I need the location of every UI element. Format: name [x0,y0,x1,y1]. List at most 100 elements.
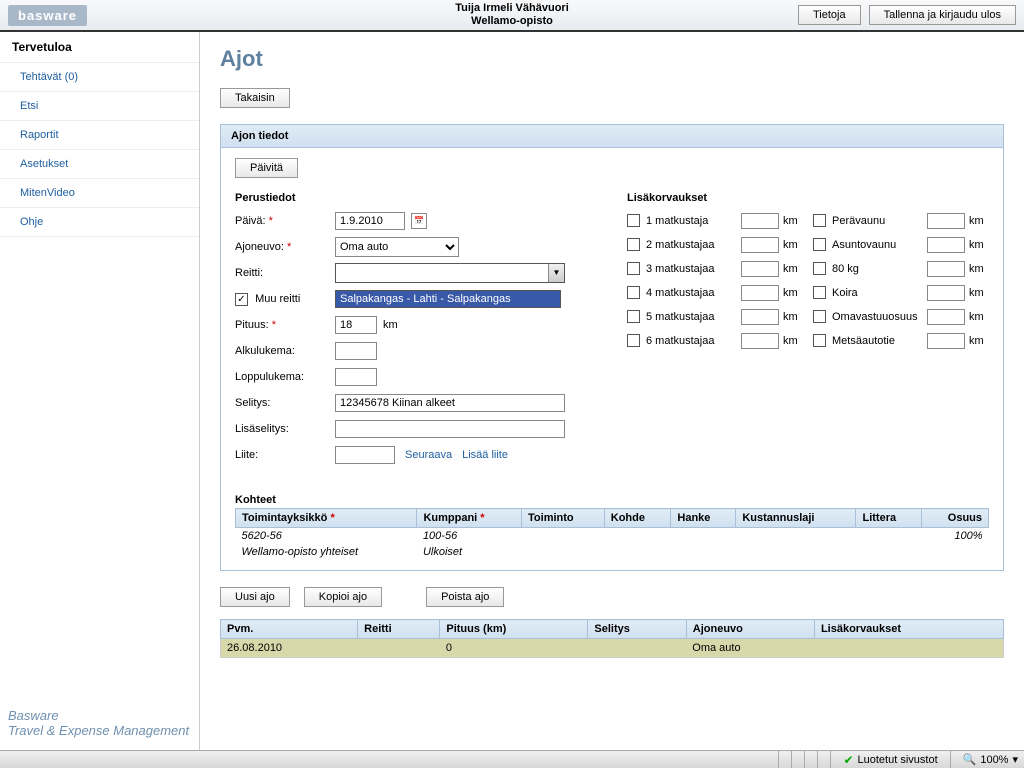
comp-km-input[interactable] [927,309,965,325]
comp-checkbox[interactable] [627,286,640,299]
comp-checkbox[interactable] [627,214,640,227]
label-lisaselitys: Lisäselitys: [235,423,335,435]
update-button[interactable]: Päivitä [235,158,298,178]
kohteet-cell [736,544,856,560]
sidebar: Tervetuloa Tehtävät (0) Etsi Raportit As… [0,32,200,750]
comp-checkbox[interactable] [813,334,826,347]
ajot-header: Pituus (km) [440,620,588,639]
comp-checkbox[interactable] [813,310,826,323]
muu-reitti-input[interactable] [335,290,561,308]
kopioi-ajo-button[interactable]: Kopioi ajo [304,587,382,607]
comp-km-input[interactable] [741,309,779,325]
comp-row: Koirakm [813,282,989,303]
reitti-select[interactable]: ▼ [335,263,565,283]
kohteet-cell: 100% [922,528,989,545]
ajot-header: Ajoneuvo [686,620,814,639]
ajot-cell [358,639,440,658]
alkulukema-input[interactable] [335,342,377,360]
selitys-input[interactable] [335,394,565,412]
comp-title: Lisäkorvaukset [627,192,989,204]
comp-label: 3 matkustajaa [644,263,741,275]
loppulukema-input[interactable] [335,368,377,386]
label-liite: Liite: [235,449,335,461]
ajoneuvo-select[interactable]: Oma auto [335,237,459,257]
lisaselitys-input[interactable] [335,420,565,438]
comp-label: 1 matkustaja [644,215,741,227]
kohteet-header: Toiminto [522,509,605,528]
comp-km-input[interactable] [741,261,779,277]
main-content: Ajot Takaisin Ajon tiedot Päivitä Perust… [200,32,1024,750]
zoom-control[interactable]: 🔍 100% ▾ [957,753,1024,766]
km-unit: km [783,263,803,275]
table-row[interactable]: 26.08.2010 0 Oma auto [221,639,1004,658]
comp-checkbox[interactable] [627,310,640,323]
ajot-cell [588,639,686,658]
header-user: Tuija Irmeli Vähävuori [455,2,569,15]
sidebar-item-tasks[interactable]: Tehtävät (0) [0,63,199,92]
ajot-cell: 0 [440,639,588,658]
comp-checkbox[interactable] [627,262,640,275]
muu-reitti-checkbox[interactable]: ✓ [235,293,248,306]
label-ajoneuvo: Ajoneuvo: * [235,241,335,253]
comp-checkbox[interactable] [813,262,826,275]
paiva-input[interactable] [335,212,405,230]
kohteet-cell: 100-56 [417,528,522,545]
sidebar-item-video[interactable]: MitenVideo [0,179,199,208]
comp-row: 3 matkustajaa km [627,258,803,279]
sidebar-item-help[interactable]: Ohje [0,208,199,237]
km-unit: km [783,335,803,347]
kohteet-cell [671,544,736,560]
comp-km-input[interactable] [927,237,965,253]
comp-row: 2 matkustajaakm [627,234,803,255]
calendar-icon[interactable]: 📅 [411,213,427,229]
comp-checkbox[interactable] [627,238,640,251]
pituus-input[interactable] [335,316,377,334]
ajot-header: Lisäkorvaukset [814,620,1003,639]
comp-label: Asuntovaunu [830,239,927,251]
comp-km-input[interactable] [927,213,965,229]
liite-input[interactable] [335,446,395,464]
ajot-cell: Oma auto [686,639,814,658]
sidebar-item-search[interactable]: Etsi [0,92,199,121]
kohteet-cell [604,528,671,545]
lisaa-liite-link[interactable]: Lisää liite [462,449,508,461]
uusi-ajo-button[interactable]: Uusi ajo [220,587,290,607]
comp-checkbox[interactable] [813,214,826,227]
comp-row: Omavastuuosuuskm [813,306,989,327]
ajot-header: Pvm. [221,620,358,639]
back-button[interactable]: Takaisin [220,88,290,108]
sidebar-item-reports[interactable]: Raportit [0,121,199,150]
km-unit: km [383,319,398,331]
poista-ajo-button[interactable]: Poista ajo [426,587,504,607]
save-logout-button[interactable]: Tallenna ja kirjaudu ulos [869,5,1016,25]
ajot-cell [814,639,1003,658]
kohteet-header: Toimintayksikkö * [236,509,417,528]
panel-header: Ajon tiedot [221,125,1003,148]
check-icon: ✔ [843,753,853,767]
info-button[interactable]: Tietoja [798,5,861,25]
ajot-cell: 26.08.2010 [221,639,358,658]
km-unit: km [969,215,989,227]
logo: basware [8,5,87,26]
comp-checkbox[interactable] [627,334,640,347]
comp-km-input[interactable] [741,333,779,349]
comp-km-input[interactable] [927,261,965,277]
km-unit: km [783,287,803,299]
comp-km-input[interactable] [741,213,779,229]
comp-row: Perävaunukm [813,210,989,231]
comp-km-input[interactable] [741,237,779,253]
footer-product: Travel & Expense Management [8,723,189,738]
comp-checkbox[interactable] [813,238,826,251]
chevron-down-icon: ▾ [1012,753,1018,766]
comp-row: 6 matkustajaa km [627,330,803,351]
sidebar-item-settings[interactable]: Asetukset [0,150,199,179]
comp-label: 6 matkustajaa [644,335,741,347]
zoom-icon: 🔍 [963,753,977,766]
km-unit: km [969,335,989,347]
seuraava-link[interactable]: Seuraava [405,449,452,461]
kohteet-table: Toimintayksikkö *Kumppani *ToimintoKohde… [235,508,989,560]
comp-km-input[interactable] [741,285,779,301]
comp-checkbox[interactable] [813,286,826,299]
comp-km-input[interactable] [927,285,965,301]
comp-km-input[interactable] [927,333,965,349]
